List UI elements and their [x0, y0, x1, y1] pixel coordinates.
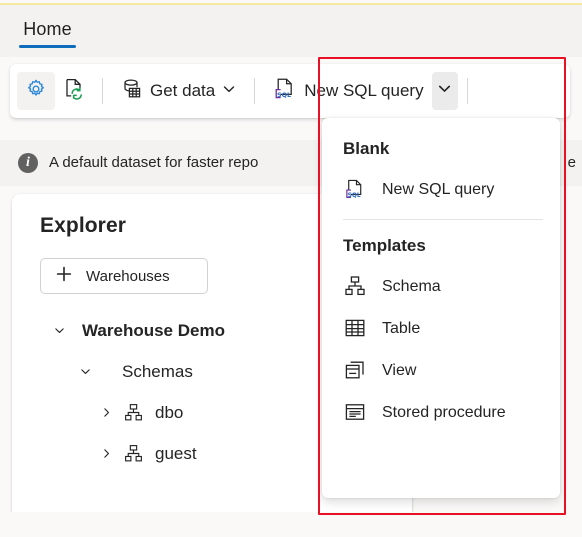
refresh-document-icon — [62, 77, 86, 106]
menu-item-stored-procedure[interactable]: Stored procedure — [322, 391, 560, 433]
new-sql-query-button[interactable]: SQL New SQL query — [264, 72, 431, 110]
table-icon — [343, 316, 367, 340]
info-message-text: A default dataset for faster repo — [49, 154, 259, 171]
new-sql-query-chevron-button[interactable] — [431, 72, 458, 110]
sql-file-icon: SQL — [343, 177, 367, 202]
menu-item-label: Stored procedure — [382, 403, 506, 421]
new-sql-query-label: New SQL query — [304, 81, 424, 100]
svg-text:SQL: SQL — [348, 192, 361, 198]
ribbon-tabstrip: Home — [0, 5, 582, 57]
tree-item-label: Schemas — [122, 361, 193, 381]
tab-home-selected-indicator — [19, 45, 76, 48]
sql-file-icon: SQL — [272, 76, 298, 107]
tree-item-label: guest — [155, 443, 197, 463]
menu-item-schema[interactable]: Schema — [322, 265, 560, 307]
menu-item-label: Schema — [382, 277, 441, 295]
toolbar-divider-2 — [254, 78, 256, 104]
chevron-right-icon[interactable] — [95, 447, 117, 460]
menu-item-view[interactable]: View — [322, 349, 560, 391]
add-warehouses-button[interactable]: Warehouses — [40, 258, 208, 294]
tree-item-label: dbo — [155, 402, 184, 422]
svg-text:SQL: SQL — [277, 91, 291, 99]
get-data-button[interactable]: Get data — [112, 72, 245, 110]
toolbar-divider-1 — [102, 78, 103, 104]
refresh-button[interactable] — [55, 72, 93, 110]
database-table-icon — [120, 77, 144, 106]
schema-icon — [121, 443, 145, 464]
toolbar-divider-3 — [466, 78, 468, 104]
menu-item-label: New SQL query — [382, 180, 495, 198]
app-window: Home Get data SQL New SQL query i A defa… — [0, 0, 582, 537]
gear-icon — [25, 78, 47, 105]
menu-item-new-sql-query[interactable]: SQL New SQL query — [322, 168, 560, 210]
info-message-text-tail: e — [567, 154, 576, 171]
schema-icon — [121, 402, 145, 423]
menu-item-label: View — [382, 361, 417, 379]
tab-home-label: Home — [23, 19, 72, 39]
chevron-right-icon[interactable] — [95, 406, 117, 419]
add-warehouses-label: Warehouses — [86, 267, 170, 285]
menu-section-header-blank: Blank — [343, 139, 390, 158]
tab-home[interactable]: Home — [19, 18, 76, 48]
stored-procedure-icon — [343, 400, 367, 424]
menu-item-table[interactable]: Table — [322, 307, 560, 349]
menu-separator — [343, 219, 543, 220]
chevron-down-icon — [436, 80, 453, 102]
chevron-down-icon[interactable] — [48, 324, 70, 337]
chevron-down-icon[interactable] — [74, 365, 96, 378]
get-data-label: Get data — [150, 81, 216, 100]
info-icon: i — [18, 153, 38, 173]
new-sql-query-menu: Blank SQL New SQL query Templates Schema… — [322, 118, 560, 498]
view-icon — [343, 358, 367, 382]
schema-icon — [343, 274, 367, 298]
tree-item-label: Warehouse Demo — [82, 320, 225, 340]
menu-section-header-templates: Templates — [343, 236, 426, 255]
ribbon-toolbar: Get data SQL New SQL query — [10, 64, 570, 118]
chevron-down-icon — [221, 81, 237, 102]
plus-icon — [55, 265, 73, 288]
menu-item-label: Table — [382, 319, 421, 337]
bottom-strip — [0, 512, 582, 537]
settings-button[interactable] — [17, 72, 55, 110]
